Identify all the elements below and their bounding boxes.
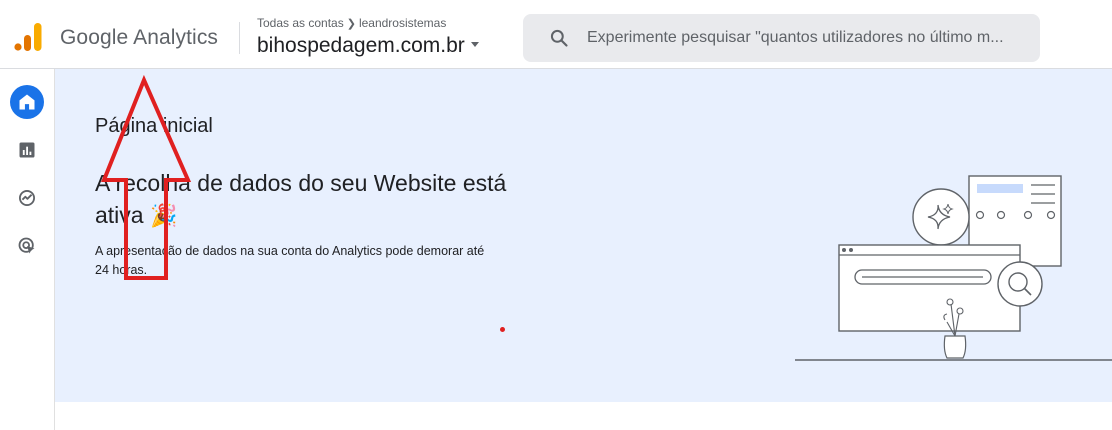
nav-advertising-button[interactable] <box>10 229 44 263</box>
product-name[interactable]: Google Analytics <box>60 26 218 50</box>
nav-home-button[interactable] <box>10 85 44 119</box>
dropdown-caret-icon <box>470 41 479 47</box>
nav-reports-button[interactable] <box>10 133 44 167</box>
search-icon <box>550 29 568 47</box>
search-input[interactable]: Experimente pesquisar "quantos utilizado… <box>587 29 1027 47</box>
data-delay-notice: A apresentação de dados na sua conta do … <box>95 244 485 277</box>
bar-chart-icon <box>19 142 35 158</box>
data-collection-headline: A recolha de dados do seu Website está a… <box>95 167 515 232</box>
home-icon <box>19 94 35 110</box>
party-popper-icon: 🎉 <box>149 203 178 228</box>
advertising-icon <box>18 237 35 254</box>
account-breadcrumb[interactable]: Todas as contas ❯ leandrosistemas <box>257 16 446 30</box>
property-selector[interactable]: bihospedagem.com.br <box>257 34 479 58</box>
top-app-bar: Google Analytics Todas as contas ❯ leandro… <box>0 0 1112 69</box>
explore-icon <box>19 190 35 206</box>
property-name: bihospedagem.com.br <box>257 34 465 57</box>
website-illustration <box>795 175 1112 361</box>
main-content: Página inicial A recolha de dados do seu… <box>55 69 1112 402</box>
header-divider <box>239 22 240 54</box>
page-title: Página inicial <box>95 115 213 137</box>
nav-explore-button[interactable] <box>10 181 44 215</box>
breadcrumb-all-accounts[interactable]: Todas as contas <box>257 16 344 30</box>
chevron-right-icon: ❯ <box>346 18 356 30</box>
annotation-dot <box>500 327 505 332</box>
breadcrumb-account[interactable]: leandrosistemas <box>359 16 446 30</box>
analytics-logo-icon[interactable] <box>14 22 42 52</box>
search-bar[interactable]: Experimente pesquisar "quantos utilizado… <box>523 14 1040 62</box>
left-nav <box>0 69 55 430</box>
content-footer-area <box>55 402 1112 430</box>
